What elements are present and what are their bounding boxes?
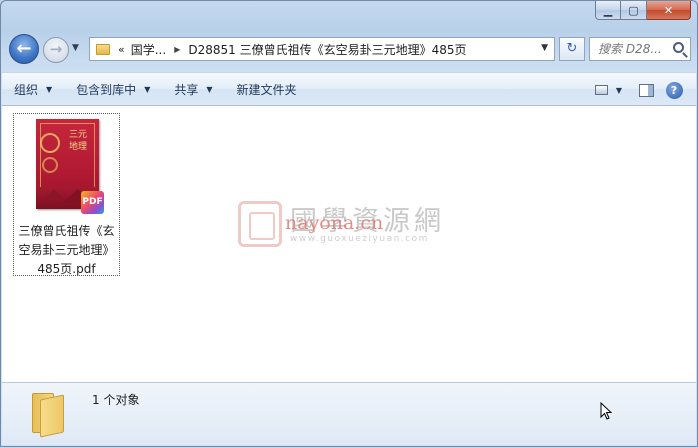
search-input[interactable]	[598, 38, 678, 60]
watermark-domain: nayona.cn	[285, 212, 384, 234]
view-icon	[595, 85, 609, 95]
watermark-url: www.guoxueziyuan.com	[290, 234, 429, 244]
maximize-button[interactable]: ▢	[621, 1, 647, 20]
new-folder-label: 新建文件夹	[236, 82, 297, 97]
file-name-line: 485页.pdf	[37, 262, 96, 276]
close-button[interactable]: ✕	[647, 1, 691, 20]
file-list[interactable]: 三元地理 PDF 三僚曾氏祖传《玄 空易卦三元地理》 485页.pdf 國學資源…	[2, 106, 696, 382]
organize-label: 组织	[14, 82, 39, 97]
file-name-line: 三僚曾氏祖传《玄	[18, 224, 115, 238]
refresh-button[interactable]: ↻	[559, 37, 585, 61]
command-bar: 组织 ▼ 包含到库中 ▼ 共享 ▼ 新建文件夹 ▼ ?	[2, 72, 696, 106]
search-icon[interactable]	[673, 42, 684, 53]
folder-icon	[96, 43, 110, 55]
explorer-window: ▁ ▢ ✕ ← → ▼ « 国学... ▶ D28851 三僚曾氏祖传《玄空易卦…	[0, 0, 698, 447]
chevron-down-icon: ▼	[144, 84, 151, 94]
breadcrumb: « 国学... ▶ D28851 三僚曾氏祖传《玄空易卦三元地理》485页	[118, 41, 466, 58]
minimize-button[interactable]: ▁	[595, 1, 621, 20]
watermark-seal-icon	[238, 201, 282, 247]
include-in-library-menu[interactable]: 包含到库中 ▼	[64, 77, 162, 101]
help-icon: ?	[665, 81, 683, 99]
file-item[interactable]: 三元地理 PDF 三僚曾氏祖传《玄 空易卦三元地理》 485页.pdf	[13, 113, 120, 276]
change-view-button[interactable]	[588, 78, 616, 102]
chevron-down-icon: ▼	[46, 84, 53, 94]
cover-title: 三元地理	[68, 130, 87, 152]
pdf-icon: PDF	[81, 191, 104, 214]
share-label: 共享	[174, 82, 199, 97]
search-box[interactable]	[589, 37, 691, 61]
include-in-library-label: 包含到库中	[76, 82, 137, 97]
address-bar[interactable]: « 国学... ▶ D28851 三僚曾氏祖传《玄空易卦三元地理》485页 ▼	[89, 37, 555, 61]
forward-button[interactable]: →	[43, 37, 69, 63]
item-count: 1 个对象	[92, 393, 140, 407]
preview-pane-button[interactable]	[632, 78, 660, 102]
chevron-down-icon: ▼	[206, 84, 213, 94]
file-name-line: 空易卦三元地理》	[18, 243, 115, 257]
address-dropdown-icon[interactable]: ▼	[541, 43, 548, 53]
preview-pane-icon	[638, 83, 654, 97]
share-menu[interactable]: 共享 ▼	[162, 77, 224, 101]
organize-menu[interactable]: 组织 ▼	[2, 77, 64, 101]
breadcrumb-item-guoxue[interactable]: 国学...	[131, 41, 166, 58]
cover-flower-ornament	[42, 157, 58, 173]
new-folder-button[interactable]: 新建文件夹	[225, 77, 309, 101]
folder-icon	[28, 391, 68, 438]
breadcrumb-item-current[interactable]: D28851 三僚曾氏祖传《玄空易卦三元地理》485页	[188, 41, 466, 58]
mouse-cursor-icon	[600, 402, 612, 420]
view-dropdown-icon[interactable]: ▼	[616, 86, 622, 95]
file-name[interactable]: 三僚曾氏祖传《玄 空易卦三元地理》 485页.pdf	[14, 222, 119, 279]
cover-flower-ornament	[40, 133, 60, 153]
details-pane: 1 个对象	[2, 382, 696, 445]
breadcrumb-overflow[interactable]: «	[118, 43, 125, 56]
recent-pages-dropdown[interactable]: ▼	[72, 43, 82, 53]
help-button[interactable]: ?	[660, 78, 688, 102]
folder-front	[40, 394, 64, 438]
caption-buttons: ▁ ▢ ✕	[595, 1, 691, 21]
toolbar-right: ▼ ?	[588, 78, 688, 102]
navigation-bar: ← → ▼ « 国学... ▶ D28851 三僚曾氏祖传《玄空易卦三元地理》4…	[7, 34, 691, 64]
back-button[interactable]: ←	[9, 34, 39, 64]
chevron-right-icon[interactable]: ▶	[174, 45, 180, 54]
